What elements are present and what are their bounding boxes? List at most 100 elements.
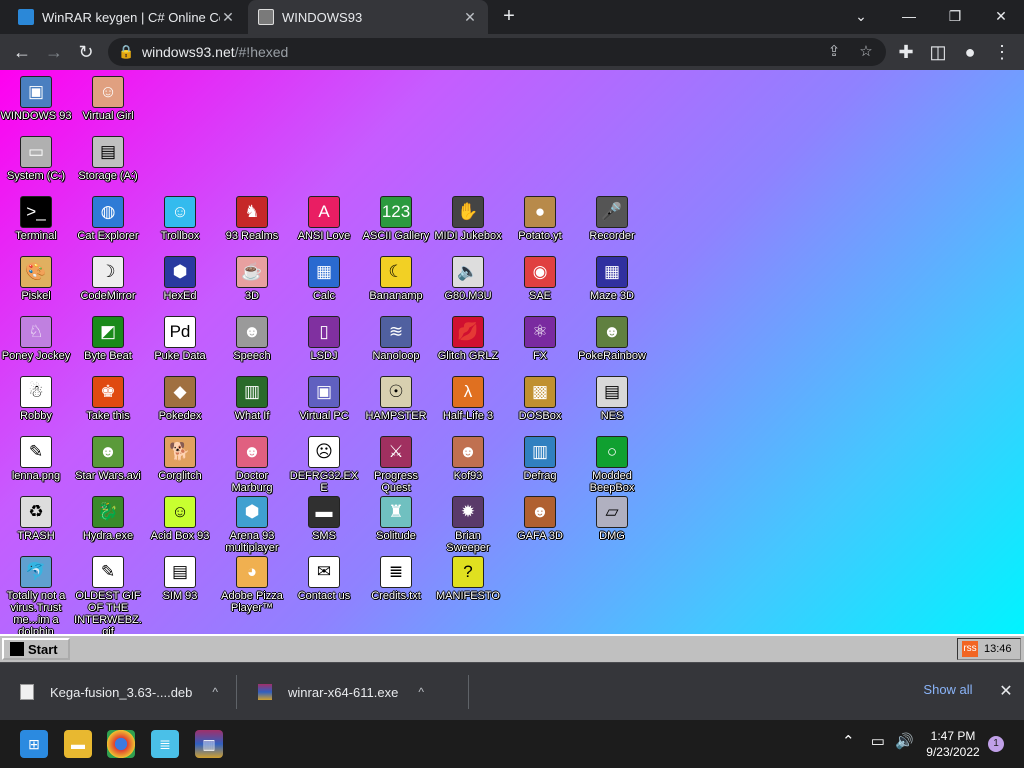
url-text[interactable]: windows93.net/#!hexed [142,44,288,60]
system-clock[interactable]: 1:47 PM 9/23/2022 [920,728,986,760]
desktop-icon[interactable]: ◕ Adobe Pizza Player™ [216,556,288,614]
desktop-icon[interactable]: >_ Terminal [0,196,72,242]
desktop-icon[interactable]: 🔈 G80.M3U [432,256,504,302]
notepad-icon[interactable]: ≣ [151,730,179,758]
desktop-icon[interactable]: ▤ Storage (A:) [72,136,144,182]
desktop-icon[interactable]: ◩ Byte Beat [72,316,144,362]
desktop-icon[interactable]: ▱ DMG [576,496,648,542]
desktop-icon[interactable]: ▩ DOSBox [504,376,576,422]
desktop-icon[interactable]: ♞ 93 Realms [216,196,288,242]
new-tab-button[interactable]: + [498,6,520,28]
rss-icon[interactable]: rss [962,641,978,657]
menu-kebab-icon[interactable]: ⋮ [990,40,1014,64]
desktop-icon[interactable]: ☹ DEFRG32.EXE [288,436,360,494]
desktop-icon[interactable]: ☻ PokeRainbow [576,316,648,362]
download-item-kega[interactable]: Kega-fusion_3.63-....deb ^ [20,663,225,721]
desktop-icon[interactable]: ▦ Calc [288,256,360,302]
desktop-icon[interactable]: ⬢ Arena 93 multiplayer [216,496,288,554]
desktop-icon[interactable]: ≋ Nanoloop [360,316,432,362]
desktop-icon[interactable]: ☃ Robby [0,376,72,422]
desktop-icon[interactable]: ▭ System (C:) [0,136,72,182]
desktop-icon[interactable]: ☻ Star Wars.avi [72,436,144,482]
desktop-icon[interactable]: ● Potato.yt [504,196,576,242]
desktop-icon[interactable]: 🐕 Corglitch [144,436,216,482]
desktop-icon[interactable]: 🐉 Hydra.exe [72,496,144,542]
desktop-icon[interactable]: ☺ Trollbox [144,196,216,242]
desktop-icon[interactable]: ♻ TRASH [0,496,72,542]
desktop-icon[interactable]: ☻ Kof93 [432,436,504,482]
desktop-icon[interactable]: ✹ Brian Sweeper [432,496,504,554]
desktop-icon[interactable]: ✎ lenna.png [0,436,72,482]
desktop-icon[interactable]: 🎤 Recorder [576,196,648,242]
desktop-icon[interactable]: ☻ Speech [216,316,288,362]
forward-icon[interactable]: → [42,40,66,64]
reload-icon[interactable]: ↻ [74,40,98,64]
bookmark-star-icon[interactable]: ☆ [854,40,878,64]
close-downloads-icon[interactable]: ✕ [996,681,1016,701]
minimize-button[interactable]: — [894,4,924,28]
profile-icon[interactable]: ● [958,40,982,64]
volume-icon[interactable]: 🔊 [895,733,914,750]
desktop-icon[interactable]: 🎨 Piskel [0,256,72,302]
tab-close-icon[interactable]: ✕ [220,9,236,26]
desktop-icon[interactable]: ▥ What If [216,376,288,422]
tab-close-icon[interactable]: ✕ [462,9,478,26]
notification-badge[interactable]: 1 [988,736,1004,752]
desktop-icon[interactable]: ▣ Virtual PC [288,376,360,422]
extensions-puzzle-icon[interactable]: ✚ [894,40,918,64]
tab-winrar-keygen[interactable]: WinRAR keygen | C# Online Com ✕ [8,0,246,34]
desktop-icon[interactable]: ✋ MIDI Jukebox [432,196,504,242]
desktop-icon[interactable]: 💋 Glitch GRLZ [432,316,504,362]
desktop-icon[interactable]: λ Half-Life 3 [432,376,504,422]
desktop-icon[interactable]: ▦ Maze 3D [576,256,648,302]
desktop-icon[interactable]: ☺ Acid Box 93 [144,496,216,542]
desktop-icon[interactable]: ♜ Solitude [360,496,432,542]
desktop-icon[interactable]: A ANSI Love [288,196,360,242]
share-icon[interactable]: ⇪ [822,40,846,64]
desktop-icon[interactable]: ⚛ FX [504,316,576,362]
chevron-up-icon[interactable]: ^ [212,685,218,699]
desktop-icon[interactable]: ▥ Defrag [504,436,576,482]
side-panel-icon[interactable]: ◫ [926,40,950,64]
desktop-icon[interactable]: ☻ GAFA 3D [504,496,576,542]
desktop-icon[interactable]: ▤ NES [576,376,648,422]
desktop-icon[interactable]: ☽ CodeMirror [72,256,144,302]
desktop-icon[interactable]: ? MANIFESTO [432,556,504,602]
desktop-icon[interactable]: ▤ SIM 93 [144,556,216,602]
desktop-icon[interactable]: 123 ASCII Gallery [360,196,432,242]
desktop-icon[interactable]: ☻ Doctor Marburg [216,436,288,494]
tab-windows93[interactable]: WINDOWS93 ✕ [248,0,488,34]
download-item-winrar[interactable]: winrar-x64-611.exe ^ [258,663,458,721]
windows-start-icon[interactable]: ⊞ [20,730,48,758]
file-explorer-icon[interactable]: ▬ [64,730,92,758]
desktop-icon[interactable]: ▯ LSDJ [288,316,360,362]
desktop-icon[interactable]: ✎ OLDEST GIF OF THE INTERWEBZ.gif [72,556,144,634]
close-window-button[interactable]: ✕ [986,4,1016,28]
desktop-icon[interactable]: ◉ SAE [504,256,576,302]
desktop-icon[interactable]: ▣ WINDOWS 93 [0,76,72,122]
desktop-icon[interactable]: ☺ Virtual Girl [72,76,144,122]
chrome-icon[interactable] [107,730,135,758]
desktop-icon[interactable]: Pd Puke Data [144,316,216,362]
back-icon[interactable]: ← [10,40,34,64]
desktop-icon[interactable]: ☾ Bananamp [360,256,432,302]
desktop-icon[interactable]: ≣ Credits.txt [360,556,432,602]
desktop-icon[interactable]: ♚ Take this [72,376,144,422]
desktop-icon[interactable]: ♘ Poney Jockey [0,316,72,362]
desktop-icon[interactable]: ◆ Pokedex [144,376,216,422]
tab-search-chevron-icon[interactable]: ⌄ [846,4,876,28]
show-all-link[interactable]: Show all [916,682,980,702]
winrar-icon[interactable]: ▥ [195,730,223,758]
chevron-up-icon[interactable]: ⌃ [842,733,855,750]
desktop-icon[interactable]: ☕ 3D [216,256,288,302]
desktop-icon[interactable]: ✉ Contact us [288,556,360,602]
desktop-icon[interactable]: ◍ Cat Explorer [72,196,144,242]
desktop-icon[interactable]: ☉ HAMPSTER [360,376,432,422]
desktop-icon[interactable]: ○ Modded BeepBox [576,436,648,494]
chevron-up-icon[interactable]: ^ [418,685,424,699]
maximize-button[interactable]: ❐ [940,4,970,28]
address-bar[interactable]: 🔒 windows93.net/#!hexed ⇪ ☆ [108,38,886,66]
desktop-icon[interactable]: 🐬 Totally not a virus.Trust me...im a dol… [0,556,72,634]
network-icon[interactable]: ▭ [871,733,885,750]
desktop-icon[interactable]: ⚔ Progress Quest [360,436,432,494]
